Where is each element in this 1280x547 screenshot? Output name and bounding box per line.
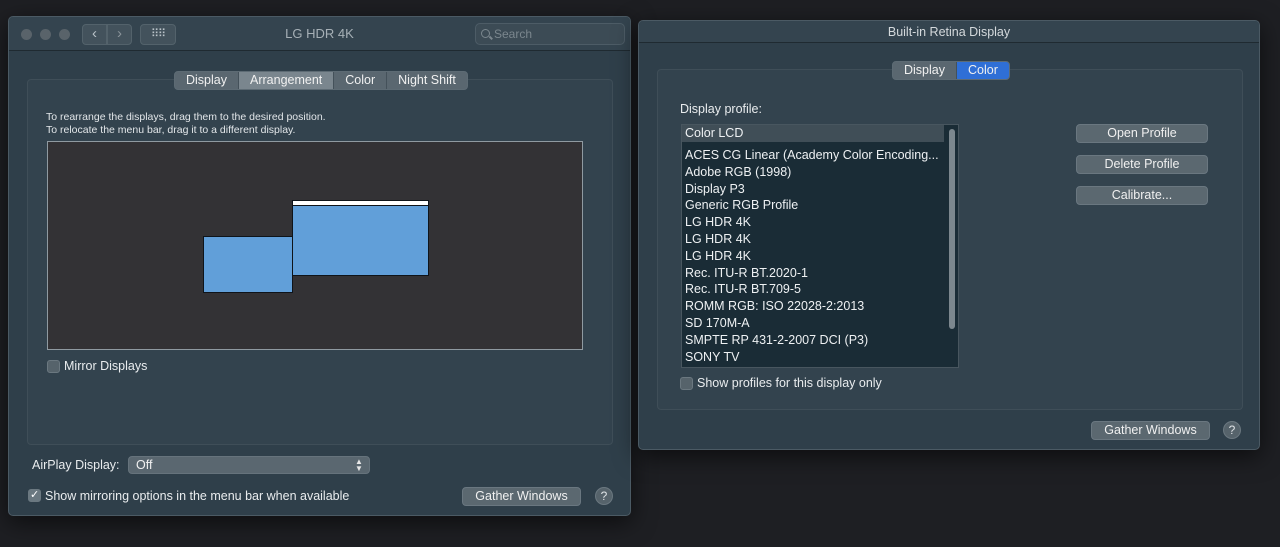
lg-hdr-4k-window: ‹ › ⠿⠿ LG HDR 4K Search Display Arrangem…	[8, 16, 631, 516]
tab-color[interactable]: Color	[957, 62, 1009, 79]
mirror-displays-checkbox[interactable]	[47, 360, 60, 373]
list-item-selected[interactable]: Color LCD	[682, 125, 944, 142]
list-item[interactable]: Display P3	[685, 182, 745, 196]
airplay-display-select[interactable]: Off ▲ ▼	[128, 456, 370, 474]
window-title: Built-in Retina Display	[887, 25, 1011, 39]
preferences-tab-bar: Display Arrangement Color Night Shift	[174, 71, 468, 90]
delete-profile-button[interactable]: Delete Profile	[1076, 155, 1208, 174]
gather-windows-button[interactable]: Gather Windows	[1091, 421, 1210, 440]
tab-display[interactable]: Display	[175, 72, 239, 89]
list-item[interactable]: SD 170M-A	[685, 316, 750, 330]
list-item[interactable]: Rec. ITU-R BT.709-5	[685, 282, 801, 296]
list-item[interactable]: SMPTE RP 431-2-2007 DCI (P3)	[685, 333, 868, 347]
tab-display[interactable]: Display	[893, 62, 957, 79]
tab-arrangement[interactable]: Arrangement	[239, 72, 335, 89]
title-bar: ‹ › ⠿⠿ LG HDR 4K Search	[9, 17, 630, 51]
airplay-display-label: AirPlay Display:	[32, 458, 120, 472]
list-item[interactable]: SONY TV	[685, 350, 739, 364]
list-item[interactable]: ROMM RGB: ISO 22028-2:2013	[685, 299, 864, 313]
list-item[interactable]: LG HDR 4K	[685, 232, 751, 246]
show-profiles-checkbox[interactable]	[680, 377, 693, 390]
rearrange-instructions: To rearrange the displays, drag them to …	[46, 111, 326, 123]
display-profile-label: Display profile:	[680, 102, 762, 116]
built-in-retina-display-window: Built-in Retina Display Display Color Di…	[638, 20, 1260, 450]
display-arrangement-area	[47, 141, 583, 350]
title-bar: Built-in Retina Display	[639, 21, 1259, 43]
open-profile-button[interactable]: Open Profile	[1076, 124, 1208, 143]
preferences-tab-bar: Display Color	[892, 61, 1010, 80]
list-item[interactable]: Rec. ITU-R BT.2020-1	[685, 266, 808, 280]
calibrate-button[interactable]: Calibrate...	[1076, 186, 1208, 205]
display-profile-list[interactable]: Color LCD ACES CG Linear (Academy Color …	[681, 124, 959, 368]
show-mirroring-label: Show mirroring options in the menu bar w…	[45, 489, 350, 503]
airplay-display-value: Off	[136, 458, 153, 472]
show-profiles-label: Show profiles for this display only	[697, 376, 882, 390]
scrollbar-thumb[interactable]	[949, 129, 955, 329]
list-item[interactable]: Generic RGB Profile	[685, 198, 798, 212]
chevron-updown-icon: ▲ ▼	[355, 457, 363, 473]
search-input[interactable]: Search	[475, 23, 625, 45]
mirror-displays-label: Mirror Displays	[64, 359, 148, 373]
list-item[interactable]: Adobe RGB (1998)	[685, 165, 791, 179]
search-icon	[481, 29, 490, 38]
list-item[interactable]: ACES CG Linear (Academy Color Encoding..…	[685, 148, 939, 162]
help-icon[interactable]: ?	[1223, 421, 1241, 439]
search-placeholder: Search	[494, 27, 533, 41]
help-icon[interactable]: ?	[595, 487, 613, 505]
show-mirroring-checkbox[interactable]	[28, 488, 41, 502]
secondary-display-thumbnail[interactable]	[203, 236, 293, 293]
tab-color[interactable]: Color	[334, 72, 388, 89]
list-item[interactable]: LG HDR 4K	[685, 249, 751, 263]
gather-windows-button[interactable]: Gather Windows	[462, 487, 581, 506]
main-display-thumbnail[interactable]	[292, 200, 429, 276]
tab-night-shift[interactable]: Night Shift	[387, 72, 467, 89]
profile-list-scrollbar[interactable]	[946, 127, 957, 365]
menu-bar-handle[interactable]	[293, 201, 428, 206]
menu-bar-instructions: To relocate the menu bar, drag it to a d…	[46, 124, 296, 136]
list-item[interactable]: LG HDR 4K	[685, 215, 751, 229]
